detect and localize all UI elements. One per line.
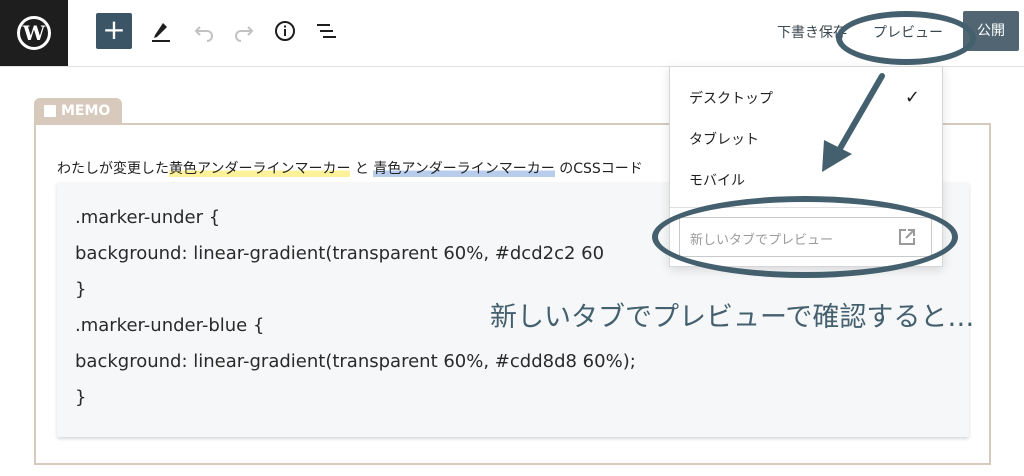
add-block-button[interactable]: + bbox=[96, 13, 132, 49]
intro-end: のCSSコード bbox=[554, 161, 643, 177]
undo-button[interactable] bbox=[191, 18, 217, 44]
outline-button[interactable] bbox=[313, 18, 339, 44]
code-line: } bbox=[75, 279, 87, 300]
memo-label-text: MEMO bbox=[61, 103, 111, 119]
memo-label: MEMO bbox=[34, 98, 122, 124]
note-icon bbox=[44, 105, 56, 117]
list-outline-icon bbox=[317, 24, 336, 38]
code-line: } bbox=[75, 387, 87, 408]
details-button[interactable] bbox=[272, 18, 298, 44]
wordpress-logo-button[interactable]: W bbox=[0, 0, 68, 66]
annotation-text: 新しいタブでプレビューで確認すると… bbox=[490, 302, 975, 333]
checkmark-icon: ✓ bbox=[904, 87, 920, 108]
wordpress-icon: W bbox=[17, 16, 51, 50]
intro-start: わたしが変更した bbox=[57, 161, 169, 177]
undo-icon bbox=[194, 26, 213, 42]
menu-item-tablet[interactable]: タブレット bbox=[689, 129, 759, 149]
menu-item-mobile[interactable]: モバイル bbox=[689, 170, 745, 190]
edit-tool-button[interactable] bbox=[148, 18, 174, 44]
intro-middle: と bbox=[350, 161, 374, 177]
memo-intro-text[interactable]: わたしが変更した黄色アンダーラインマーカー と 青色アンダーラインマーカー のC… bbox=[57, 158, 643, 178]
redo-icon bbox=[235, 26, 254, 42]
plus-icon: + bbox=[102, 13, 126, 46]
redo-button[interactable] bbox=[231, 18, 257, 44]
highlight-ring-preview bbox=[836, 11, 976, 65]
info-icon bbox=[275, 21, 295, 41]
yellow-marker-text: 黄色アンダーラインマーカー bbox=[169, 161, 351, 177]
code-line: .marker-under { bbox=[75, 207, 221, 228]
highlight-ring-new-tab bbox=[652, 196, 958, 278]
code-line: .marker-under-blue { bbox=[75, 315, 265, 336]
menu-item-desktop[interactable]: デスクトップ bbox=[689, 88, 773, 108]
blue-marker-text: 青色アンダーラインマーカー bbox=[373, 161, 555, 177]
pencil-icon bbox=[152, 23, 170, 42]
code-line: background: linear-gradient(transparent … bbox=[75, 243, 605, 264]
code-line: background: linear-gradient(transparent … bbox=[75, 351, 636, 372]
pointer-arrow-icon bbox=[822, 73, 885, 172]
